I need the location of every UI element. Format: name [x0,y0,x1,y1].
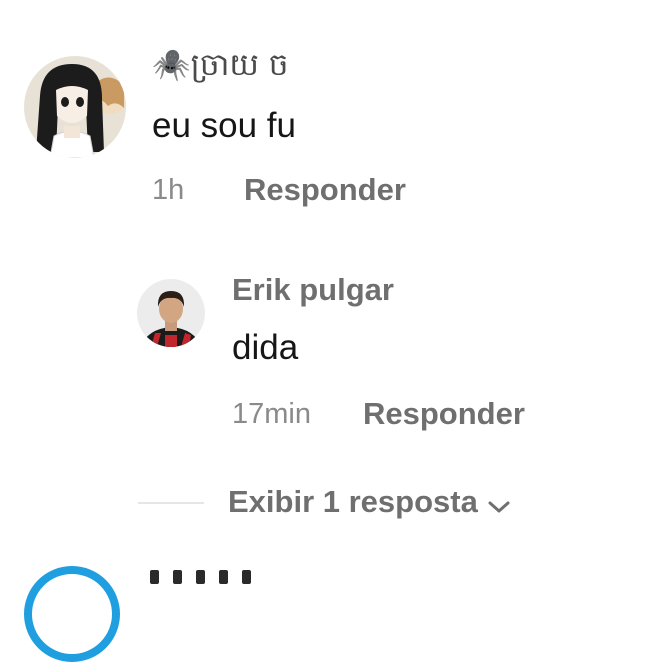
next-comment-username[interactable] [150,570,270,584]
show-replies-button[interactable]: Exibir 1 resposta [228,484,510,522]
comment-timestamp: 1h [152,174,185,206]
show-replies-label: Exibir 1 resposta [228,484,478,519]
avatar[interactable] [24,56,126,158]
thread-divider [138,502,204,504]
reply-button[interactable]: Responder [363,396,525,432]
comment-username-text: 🕷️ច្រាយ ច [152,47,289,83]
reply-button[interactable]: Responder [244,172,406,208]
reply-timestamp: 17min [232,398,311,430]
reply-username[interactable]: Erik pulgar [232,272,394,308]
reply-text: dida [232,328,299,367]
comment-text: eu sou fu [152,106,296,145]
avatar[interactable] [137,279,205,347]
comment-username[interactable]: 🕷️ច្រាយ ច [152,46,288,91]
chevron-down-icon [488,486,510,522]
avatar[interactable] [24,566,120,662]
